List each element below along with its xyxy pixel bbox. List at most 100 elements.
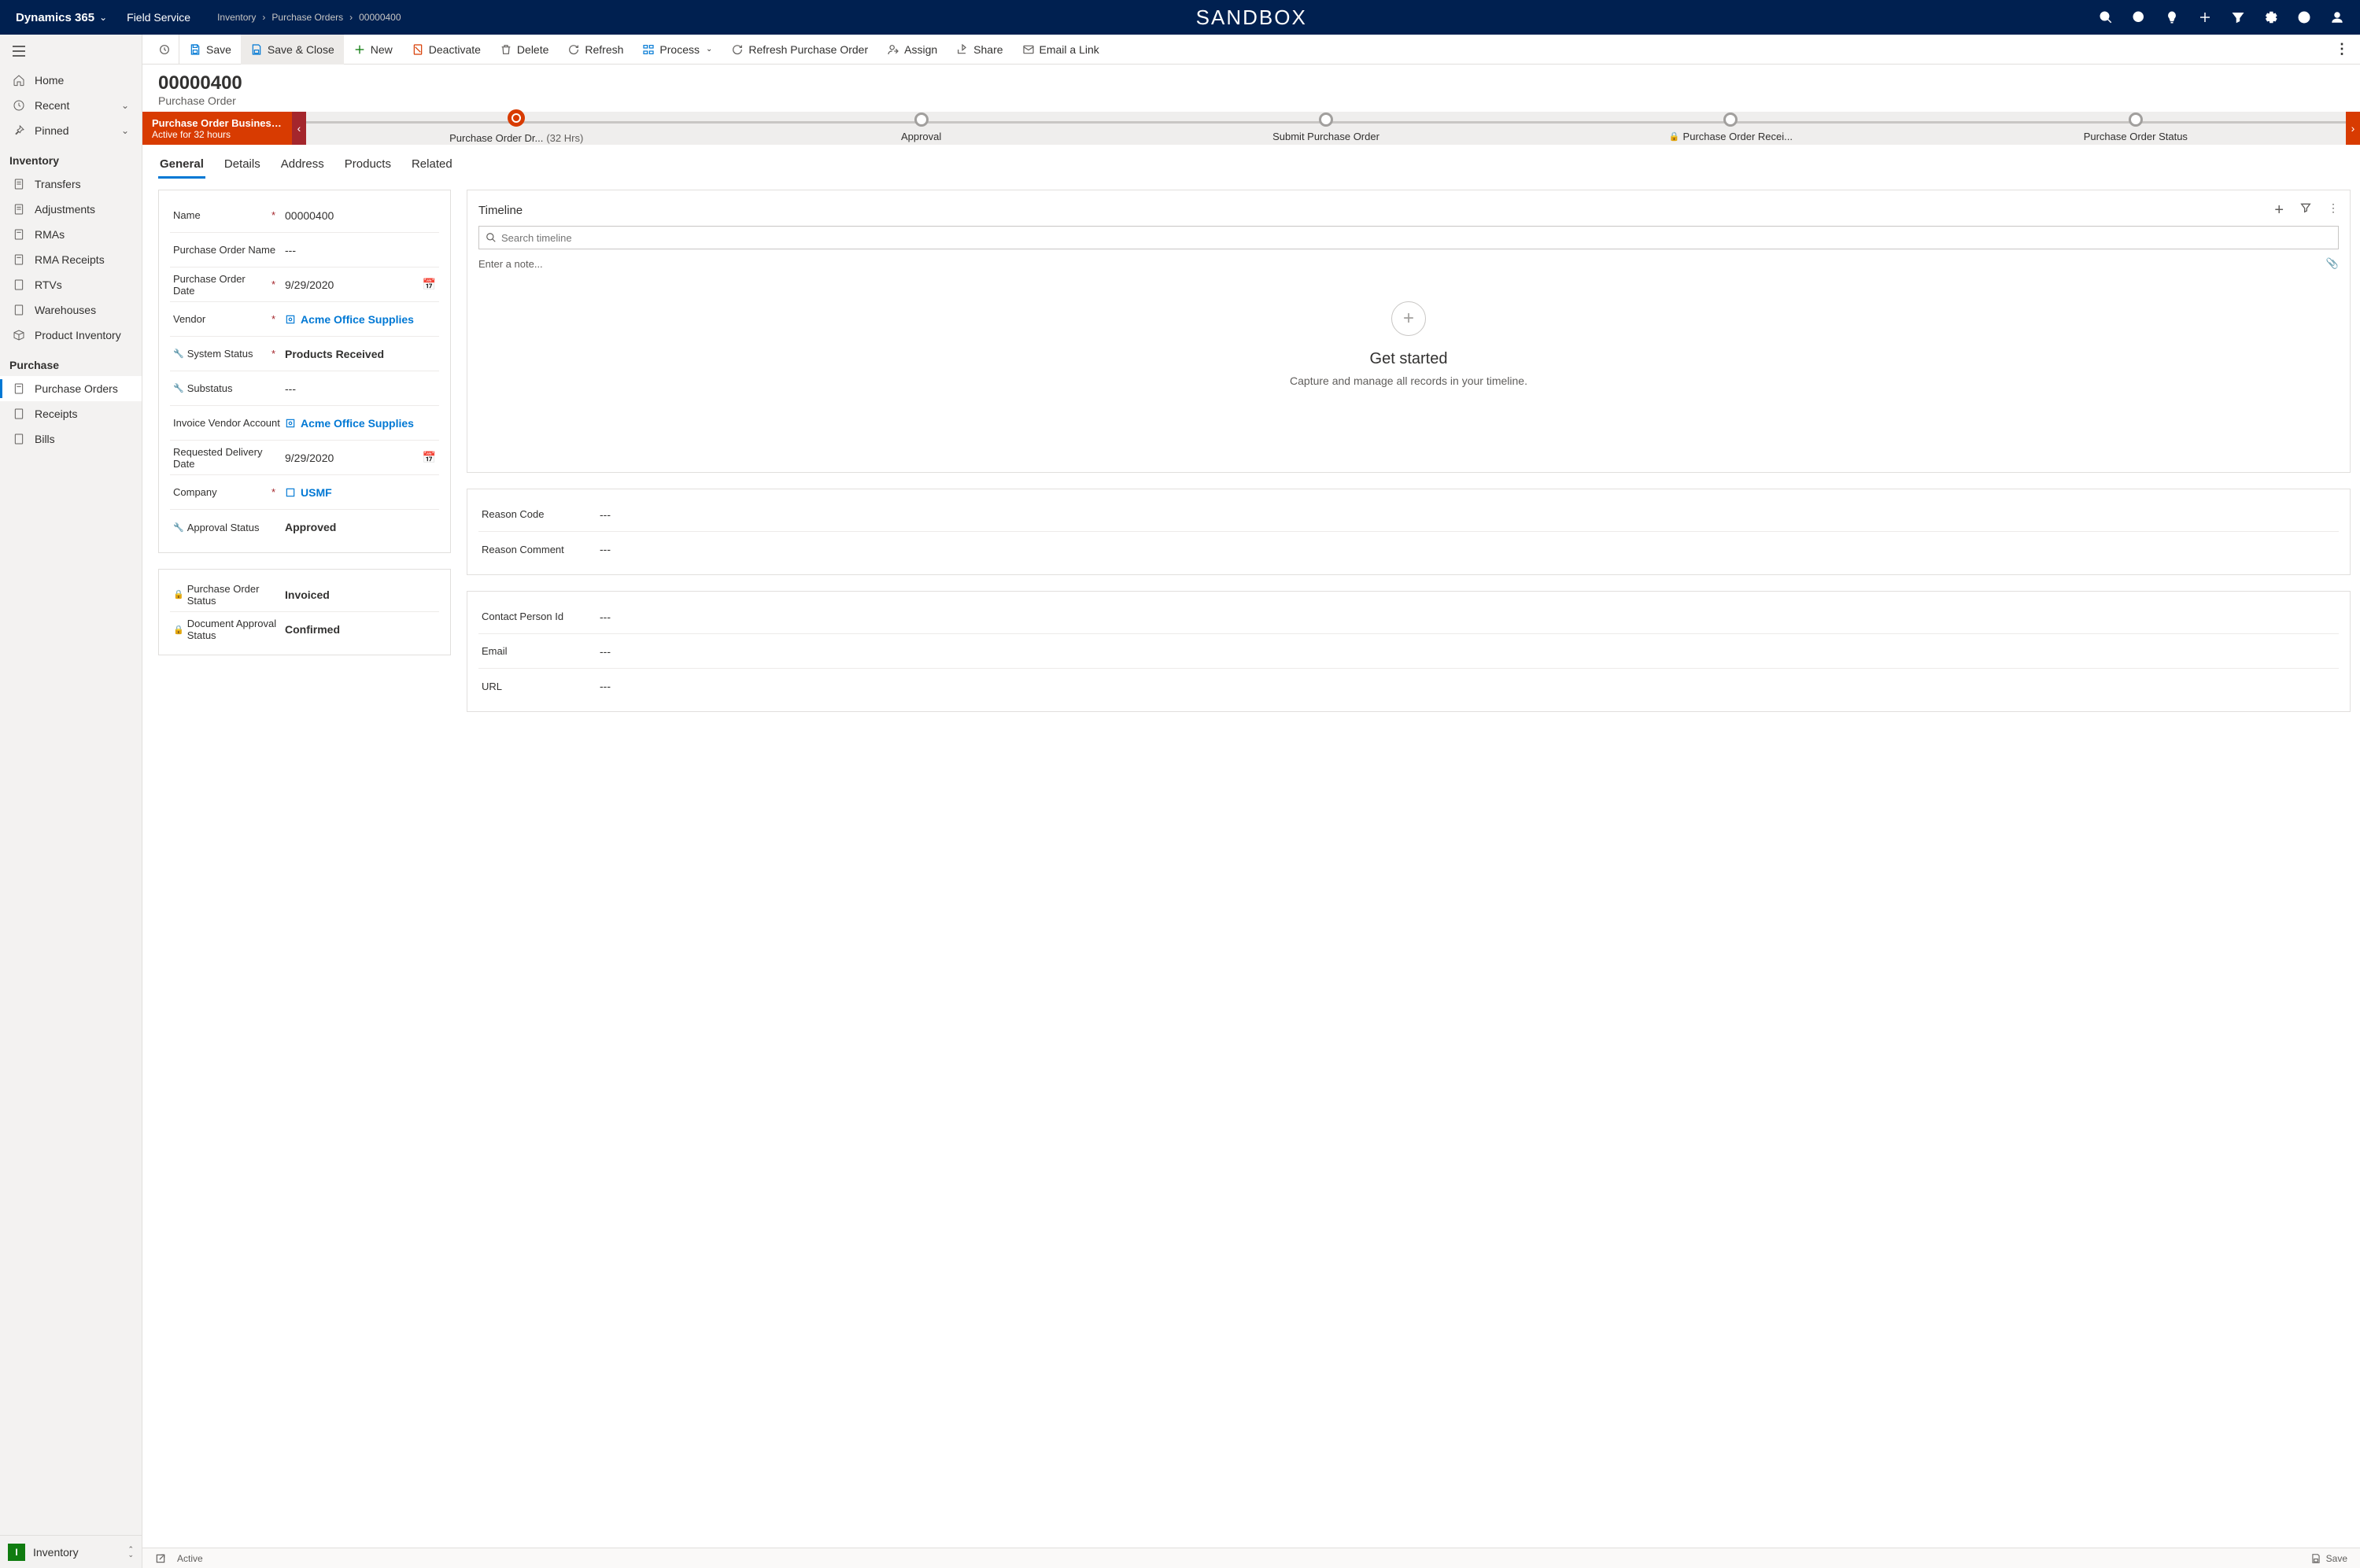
sidebar-item-rtvs[interactable]: RTVs — [0, 272, 142, 297]
footer-save-button[interactable]: Save — [2310, 1553, 2347, 1564]
delete-button[interactable]: Delete — [490, 35, 558, 65]
field-po-date[interactable]: Purchase Order Date* 9/29/2020 📅 — [170, 267, 439, 302]
tab-general[interactable]: General — [158, 153, 205, 179]
command-overflow[interactable]: ⋮ — [2324, 41, 2360, 57]
assign-button[interactable]: Assign — [877, 35, 947, 65]
task-icon[interactable] — [2132, 10, 2146, 24]
share-button[interactable]: Share — [947, 35, 1012, 65]
field-substatus[interactable]: 🔧Substatus --- — [170, 371, 439, 406]
field-url[interactable]: URL --- — [478, 669, 2339, 703]
new-button[interactable]: New — [344, 35, 402, 65]
document-icon — [13, 382, 25, 395]
tab-related[interactable]: Related — [410, 153, 454, 179]
form-body[interactable]: Name* 00000400 Purchase Order Name --- P… — [142, 179, 2360, 1548]
sidebar-item-rmas[interactable]: RMAs — [0, 222, 142, 247]
sidebar-item-product-inventory[interactable]: Product Inventory — [0, 323, 142, 348]
sidebar-item-warehouses[interactable]: Warehouses — [0, 297, 142, 323]
process-stage[interactable]: Purchase Order Status — [1933, 115, 2338, 142]
brand[interactable]: Dynamics 365 — [16, 11, 94, 24]
process-stage[interactable]: Submit Purchase Order — [1124, 115, 1528, 142]
empty-plus-icon[interactable]: + — [1391, 301, 1426, 336]
timeline-search-input[interactable] — [501, 232, 2332, 244]
email-link-button[interactable]: Email a Link — [1013, 35, 1109, 65]
hamburger-button[interactable] — [0, 35, 142, 68]
tab-details[interactable]: Details — [223, 153, 262, 179]
sidebar-item-transfers[interactable]: Transfers — [0, 172, 142, 197]
deactivate-button[interactable]: Deactivate — [402, 35, 490, 65]
sidebar-home[interactable]: Home — [0, 68, 142, 93]
process-icon — [642, 43, 655, 56]
chevron-down-icon[interactable]: ⌄ — [121, 125, 129, 136]
process-stage[interactable]: 🔒Purchase Order Recei... — [1528, 115, 1933, 142]
popout-icon[interactable] — [155, 1553, 166, 1564]
field-po-status[interactable]: 🔒Purchase Order Status Invoiced — [170, 577, 439, 612]
chevron-down-icon[interactable]: ⌄ — [121, 100, 129, 111]
field-value: Confirmed — [280, 623, 439, 636]
field-vendor[interactable]: Vendor* Acme Office Supplies — [170, 302, 439, 337]
field-po-name[interactable]: Purchase Order Name --- — [170, 233, 439, 267]
refresh-po-button[interactable]: Refresh Purchase Order — [722, 35, 877, 65]
chevron-down-icon: ⌄ — [706, 45, 712, 53]
search-icon[interactable] — [2099, 10, 2113, 24]
breadcrumb-item[interactable]: Inventory — [217, 12, 256, 23]
field-name[interactable]: Name* 00000400 — [170, 198, 439, 233]
app-name[interactable]: Field Service — [127, 11, 190, 24]
sidebar-item-bills[interactable]: Bills — [0, 426, 142, 452]
sidebar-item-purchase-orders[interactable]: Purchase Orders — [0, 376, 142, 401]
field-contact-person[interactable]: Contact Person Id --- — [478, 600, 2339, 634]
breadcrumb-item[interactable]: Purchase Orders — [271, 12, 343, 23]
field-invoice-vendor[interactable]: Invoice Vendor Account Acme Office Suppl… — [170, 406, 439, 441]
back-button[interactable] — [150, 35, 179, 65]
lightbulb-icon[interactable] — [2165, 10, 2179, 24]
breadcrumb-item[interactable]: 00000400 — [359, 12, 401, 23]
calendar-icon[interactable]: 📅 — [423, 278, 439, 291]
sidebar-item-rma-receipts[interactable]: RMA Receipts — [0, 247, 142, 272]
sidebar-item-receipts[interactable]: Receipts — [0, 401, 142, 426]
process-flag[interactable]: Purchase Order Business ... Active for 3… — [142, 112, 292, 145]
cmd-label: Save — [206, 43, 231, 56]
field-reason-comment[interactable]: Reason Comment --- — [478, 532, 2339, 566]
field-reason-code[interactable]: Reason Code --- — [478, 497, 2339, 532]
help-icon[interactable] — [2297, 10, 2311, 24]
add-icon[interactable]: + — [2274, 201, 2284, 220]
tab-address[interactable]: Address — [279, 153, 326, 179]
field-system-status[interactable]: 🔧System Status* Products Received — [170, 337, 439, 371]
field-value: --- — [600, 508, 611, 521]
process-button[interactable]: Process ⌄ — [633, 35, 722, 65]
process-forward-button[interactable]: › — [2346, 112, 2360, 145]
app-switcher[interactable]: I Inventory ⌃⌄ — [0, 1535, 142, 1568]
attachment-icon[interactable]: 📎 — [2326, 257, 2339, 270]
sidebar-label: Pinned — [35, 124, 69, 137]
field-email[interactable]: Email --- — [478, 634, 2339, 669]
field-approval-status[interactable]: 🔧Approval Status Approved — [170, 510, 439, 544]
field-value: --- — [280, 244, 439, 256]
sidebar-item-adjustments[interactable]: Adjustments — [0, 197, 142, 222]
calendar-icon[interactable]: 📅 — [423, 451, 439, 464]
brand-chevron-icon[interactable]: ⌄ — [99, 12, 107, 23]
field-doc-approval[interactable]: 🔒Document Approval Status Confirmed — [170, 612, 439, 647]
filter-icon[interactable] — [2231, 10, 2245, 24]
process-back-button[interactable]: ‹ — [292, 112, 306, 145]
breadcrumb: Inventory › Purchase Orders › 00000400 — [214, 12, 404, 23]
gear-icon[interactable] — [2264, 10, 2278, 24]
field-label: Substatus — [187, 382, 233, 394]
timeline-note-input[interactable]: Enter a note... 📎 — [478, 254, 2339, 278]
sidebar-pinned[interactable]: Pinned ⌄ — [0, 118, 142, 143]
save-close-button[interactable]: Save & Close — [241, 35, 344, 65]
process-stage[interactable]: Approval — [718, 115, 1123, 142]
field-value: --- — [600, 645, 611, 658]
field-req-delivery-date[interactable]: Requested Delivery Date 9/29/2020 📅 — [170, 441, 439, 475]
tab-products[interactable]: Products — [343, 153, 393, 179]
save-button[interactable]: Save — [179, 35, 241, 65]
person-icon[interactable] — [2330, 10, 2344, 24]
timeline-empty-state: + Get started Capture and manage all rec… — [478, 278, 2339, 426]
refresh-button[interactable]: Refresh — [558, 35, 633, 65]
filter-icon[interactable] — [2299, 201, 2312, 220]
process-stage[interactable]: Purchase Order Dr...(32 Hrs) — [314, 113, 718, 144]
timeline-search[interactable] — [478, 226, 2339, 249]
sidebar-recent[interactable]: Recent ⌄ — [0, 93, 142, 118]
stage-time: (32 Hrs) — [546, 132, 583, 144]
plus-icon[interactable] — [2198, 10, 2212, 24]
field-company[interactable]: Company* USMF — [170, 475, 439, 510]
more-icon[interactable]: ⋮ — [2328, 201, 2339, 220]
